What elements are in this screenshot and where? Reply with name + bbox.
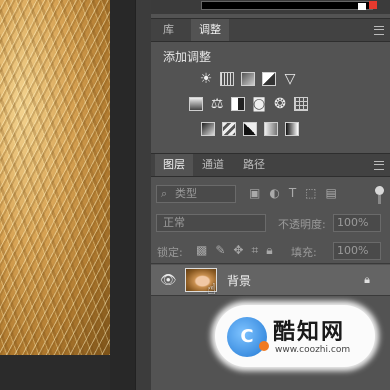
- vibrance-icon[interactable]: ▽: [283, 72, 297, 86]
- filter-pixel-icon[interactable]: ▣: [249, 186, 260, 200]
- filter-shape-icon[interactable]: ⬚: [305, 186, 316, 200]
- filter-type-icon[interactable]: T: [289, 186, 296, 200]
- panel-menu-icon[interactable]: [374, 26, 384, 35]
- lock-position-icon[interactable]: ✥: [233, 243, 243, 258]
- watermark-logo: C: [227, 317, 269, 357]
- lock-transparent-icon[interactable]: ▩: [196, 243, 207, 258]
- posterize-icon[interactable]: [222, 122, 236, 136]
- tab-library[interactable]: 库: [155, 19, 182, 41]
- invert-icon[interactable]: [201, 122, 215, 136]
- hue-saturation-icon[interactable]: [189, 97, 203, 111]
- opacity-input[interactable]: 100%: [333, 214, 381, 232]
- filter-smart-object-icon[interactable]: ▤: [326, 186, 337, 200]
- color-balance-icon[interactable]: ⚖: [210, 97, 224, 111]
- hair-image: [0, 0, 110, 355]
- add-adjustment-title: 添加调整: [163, 50, 212, 64]
- brightness-icon[interactable]: ☀: [199, 72, 213, 86]
- lock-icons: ▩ ✎ ✥ ⌗ 🔒︎: [196, 243, 273, 258]
- divider: [151, 263, 390, 264]
- photo-filter-icon[interactable]: ◙: [252, 97, 266, 111]
- fill-input[interactable]: 100%: [333, 242, 381, 260]
- adjustments-tab-row: 库 调整: [151, 18, 390, 42]
- document-canvas[interactable]: [0, 0, 135, 390]
- tab-paths[interactable]: 路径: [235, 154, 273, 176]
- layer-row[interactable]: 👁︎ ☝ 背景 🔒︎: [151, 265, 390, 298]
- curves-icon[interactable]: [241, 72, 255, 86]
- divider: [151, 295, 390, 296]
- canvas-pasteboard: [110, 0, 135, 390]
- fill-label: 填充:: [291, 246, 317, 259]
- blend-mode-select[interactable]: 正常: [156, 214, 266, 232]
- watermark-url: www.coozhi.com: [275, 345, 351, 355]
- opacity-label: 不透明度:: [278, 218, 326, 231]
- layers-tab-row: 图层 通道 路径: [151, 153, 390, 177]
- adjustment-icons-row-1: ☀ ▽: [199, 72, 297, 86]
- gradient-stop[interactable]: [358, 3, 366, 10]
- adjustment-icons-row-3: [201, 122, 299, 136]
- color-gradient-bar[interactable]: [201, 1, 373, 10]
- gradient-bar-area: [151, 0, 390, 14]
- layers-panel-menu-icon[interactable]: [374, 161, 384, 170]
- filter-adjustment-icon[interactable]: ◐: [269, 186, 279, 200]
- exposure-icon[interactable]: [262, 72, 276, 86]
- lock-all-icon[interactable]: 🔒︎: [266, 243, 272, 258]
- visibility-eye-icon[interactable]: 👁︎: [160, 273, 177, 288]
- layer-filter-icons: ▣ ◐ T ⬚ ▤: [249, 186, 337, 200]
- black-white-icon[interactable]: [231, 97, 245, 111]
- tab-layers[interactable]: 图层: [155, 154, 193, 176]
- lock-artboard-icon[interactable]: ⌗: [251, 243, 258, 258]
- layer-filter-select[interactable]: 类型: [156, 185, 236, 203]
- channel-mixer-icon[interactable]: ❂: [273, 97, 287, 111]
- tab-channels[interactable]: 通道: [194, 154, 232, 176]
- watermark-title: 酷知网: [273, 320, 346, 345]
- lock-paint-icon[interactable]: ✎: [215, 243, 225, 258]
- filter-toggle-track: [378, 195, 381, 204]
- layer-name[interactable]: 背景: [227, 272, 251, 289]
- selective-color-icon[interactable]: [264, 122, 278, 136]
- filter-toggle-icon[interactable]: [375, 186, 384, 195]
- color-lookup-icon[interactable]: [294, 97, 308, 111]
- threshold-icon[interactable]: [243, 122, 257, 136]
- gradient-map-icon[interactable]: [285, 122, 299, 136]
- tab-adjustments[interactable]: 调整: [191, 19, 229, 41]
- foreground-color-swatch[interactable]: [369, 1, 377, 9]
- panel-dock-strip: [135, 0, 152, 390]
- lock-label: 锁定:: [157, 246, 183, 259]
- layer-lock-icon[interactable]: 🔒︎: [364, 273, 370, 287]
- adjustment-icons-row-2: ⚖ ◙ ❂: [189, 97, 308, 111]
- watermark: C 酷知网 www.coozhi.com: [215, 305, 375, 367]
- levels-icon[interactable]: [220, 72, 234, 86]
